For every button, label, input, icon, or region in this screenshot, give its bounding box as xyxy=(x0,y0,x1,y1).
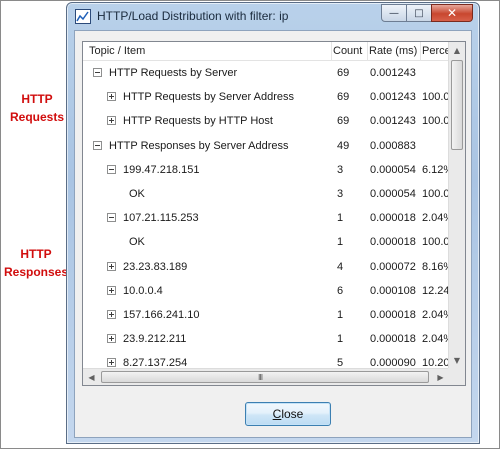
dialog-window: HTTP/Load Distribution with filter: ip —… xyxy=(66,2,480,444)
row-count: 69 xyxy=(337,115,350,128)
table-row[interactable]: OK 1 0.000018 100.00' xyxy=(83,231,459,255)
table-row[interactable]: HTTP Requests by Server Address 69 0.00124… xyxy=(83,86,459,110)
dialog-client-area: Topic / Item Count Rate (ms) Percen HTTP… xyxy=(74,30,472,438)
row-count: 6 xyxy=(337,284,344,297)
annotation-requests-line1: HTTP xyxy=(21,92,53,106)
row-count: 1 xyxy=(337,308,344,321)
row-topic: OK xyxy=(129,187,145,200)
column-separator[interactable] xyxy=(420,42,421,61)
collapse-icon[interactable] xyxy=(107,164,116,174)
expand-icon[interactable] xyxy=(107,358,116,368)
window-title: HTTP/Load Distribution with filter: ip xyxy=(97,9,289,23)
expand-icon[interactable] xyxy=(107,261,116,271)
table-body: HTTP Requests by Server 69 0.001243 HTTP Re… xyxy=(83,62,459,385)
row-count: 4 xyxy=(337,260,344,273)
annotation-requests-line2: Requests xyxy=(10,110,65,124)
table-row[interactable]: 199.47.218.151 3 0.000054 6.12% xyxy=(83,159,459,183)
row-count: 1 xyxy=(337,212,344,225)
table-row[interactable]: 23.23.83.189 4 0.000072 8.16% xyxy=(83,256,459,280)
window-controls: — □ ✕ xyxy=(381,4,473,22)
column-header-topic[interactable]: Topic / Item xyxy=(89,45,145,57)
column-separator[interactable] xyxy=(331,42,332,61)
scrollbar-corner xyxy=(448,368,465,385)
expand-icon[interactable] xyxy=(107,92,116,102)
table-row[interactable]: 23.9.212.211 1 0.000018 2.04% xyxy=(83,328,459,352)
row-rate: 0.000018 xyxy=(370,236,416,249)
column-header-rate[interactable]: Rate (ms) xyxy=(369,45,417,57)
row-topic: 199.47.218.151 xyxy=(123,163,200,176)
row-topic: 10.0.0.4 xyxy=(123,284,163,297)
scroll-left-arrow-icon[interactable]: ◀ xyxy=(83,369,100,385)
table-row[interactable]: 107.21.115.253 1 0.000018 2.04% xyxy=(83,207,459,231)
distribution-table[interactable]: Topic / Item Count Rate (ms) Percen HTTP… xyxy=(82,41,466,386)
row-topic: HTTP Requests by Server xyxy=(109,67,238,79)
row-topic: HTTP Responses by Server Address xyxy=(109,139,289,152)
table-row[interactable]: HTTP Requests by Server 69 0.001243 xyxy=(83,62,459,86)
row-rate: 0.001243 xyxy=(370,91,416,104)
row-count: 69 xyxy=(337,67,350,79)
row-rate: 0.000018 xyxy=(370,333,416,346)
row-count: 49 xyxy=(337,139,350,152)
vertical-scroll-thumb[interactable] xyxy=(451,60,463,150)
scroll-up-arrow-icon[interactable]: ▲ xyxy=(449,42,465,59)
close-button-label: lose xyxy=(281,407,304,421)
row-topic: 157.166.241.10 xyxy=(123,308,200,321)
expand-icon[interactable] xyxy=(107,285,116,295)
table-row[interactable]: OK 3 0.000054 100.00' xyxy=(83,183,459,207)
row-topic: 23.23.83.189 xyxy=(123,260,188,273)
table-row[interactable]: HTTP Responses by Server Address 49 0.0008… xyxy=(83,135,459,159)
minimize-button[interactable]: — xyxy=(381,4,407,22)
annotation-requests-label: HTTP Requests xyxy=(10,90,64,126)
column-separator[interactable] xyxy=(367,42,368,61)
app-icon xyxy=(75,9,91,24)
row-rate: 0.000108 xyxy=(370,284,416,297)
row-count: 69 xyxy=(337,91,350,104)
row-count: 3 xyxy=(337,163,344,176)
column-header-count[interactable]: Count xyxy=(333,45,362,57)
row-rate: 0.000072 xyxy=(370,260,416,273)
row-topic: 23.9.212.211 xyxy=(123,333,187,346)
expand-icon[interactable] xyxy=(107,309,116,319)
row-rate: 0.000054 xyxy=(370,163,416,176)
horizontal-scrollbar[interactable]: ◀ III ▶ xyxy=(83,368,449,385)
horizontal-scroll-thumb[interactable]: III xyxy=(101,371,429,383)
vertical-scrollbar[interactable]: ▲ ▼ xyxy=(448,42,465,369)
collapse-icon[interactable] xyxy=(93,140,102,150)
close-button-mnemonic: C xyxy=(272,407,282,421)
row-topic: OK xyxy=(129,236,145,249)
row-topic: HTTP Requests by Server Address xyxy=(123,91,294,104)
close-button[interactable]: Close xyxy=(245,402,331,426)
expand-icon[interactable] xyxy=(107,116,116,126)
table-row[interactable]: 157.166.241.10 1 0.000018 2.04% xyxy=(83,304,459,328)
row-topic: HTTP Requests by HTTP Host xyxy=(123,115,273,128)
row-count: 3 xyxy=(337,187,344,200)
row-count: 1 xyxy=(337,236,344,249)
window-close-button[interactable]: ✕ xyxy=(431,4,473,22)
row-rate: 0.000018 xyxy=(370,308,416,321)
row-rate: 0.000054 xyxy=(370,187,416,200)
scroll-right-arrow-icon[interactable]: ▶ xyxy=(432,369,449,385)
scroll-down-arrow-icon[interactable]: ▼ xyxy=(449,352,465,369)
scroll-grip-icon: III xyxy=(258,373,263,382)
row-rate: 0.000018 xyxy=(370,212,416,225)
row-count: 1 xyxy=(337,333,344,346)
row-rate: 0.001243 xyxy=(370,67,416,79)
expand-icon[interactable] xyxy=(107,334,116,344)
table-row[interactable]: HTTP Requests by HTTP Host 69 0.001243 100.… xyxy=(83,110,459,134)
title-bar[interactable]: HTTP/Load Distribution with filter: ip —… xyxy=(67,3,479,29)
table-row[interactable]: 10.0.0.4 6 0.000108 12.24% xyxy=(83,280,459,304)
maximize-button[interactable]: □ xyxy=(406,4,432,22)
collapse-icon[interactable] xyxy=(93,68,102,77)
table-header: Topic / Item Count Rate (ms) Percen xyxy=(83,42,465,61)
row-rate: 0.000883 xyxy=(370,139,416,152)
row-rate: 0.001243 xyxy=(370,115,416,128)
collapse-icon[interactable] xyxy=(107,213,116,223)
row-topic: 107.21.115.253 xyxy=(123,212,199,225)
